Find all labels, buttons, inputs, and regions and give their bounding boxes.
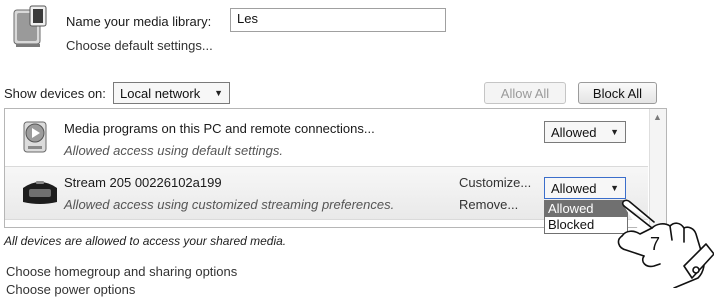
device-access-value: Allowed <box>551 124 597 140</box>
block-all-button[interactable]: Block All <box>578 82 657 104</box>
customize-link[interactable]: Customize... <box>459 175 531 190</box>
device-subtitle: Allowed access using default settings. <box>64 143 283 158</box>
network-select-value: Local network <box>120 85 201 101</box>
chevron-down-icon: ▼ <box>214 88 223 98</box>
library-name-label: Name your media library: <box>66 14 212 29</box>
all-devices-note: All devices are allowed to access your s… <box>4 234 287 248</box>
network-select[interactable]: Local network ▼ <box>113 82 230 104</box>
scroll-up-icon[interactable]: ▲ <box>649 112 666 122</box>
chevron-down-icon: ▼ <box>610 127 619 137</box>
device-title: Stream 205 00226102a199 <box>64 175 222 190</box>
step-number: 7 <box>650 234 660 254</box>
default-settings-link[interactable]: Choose default settings... <box>66 38 213 53</box>
pointing-hand-icon: 7 <box>600 196 714 289</box>
media-server-icon <box>8 4 52 48</box>
homegroup-options-link[interactable]: Choose homegroup and sharing options <box>6 264 237 279</box>
device-title: Media programs on this PC and remote con… <box>64 121 375 136</box>
chevron-down-icon: ▼ <box>610 183 619 193</box>
power-options-link[interactable]: Choose power options <box>6 282 135 297</box>
device-subtitle: Allowed access using customized streamin… <box>64 197 395 212</box>
device-access-select[interactable]: Allowed ▼ <box>544 121 626 143</box>
allow-all-button[interactable]: Allow All <box>484 82 566 104</box>
device-access-value: Allowed <box>551 180 597 196</box>
media-player-icon <box>20 118 50 156</box>
library-name-input[interactable]: Les <box>230 8 446 32</box>
show-devices-label: Show devices on: <box>4 86 106 101</box>
remove-link[interactable]: Remove... <box>459 197 518 212</box>
radio-icon <box>20 176 60 206</box>
